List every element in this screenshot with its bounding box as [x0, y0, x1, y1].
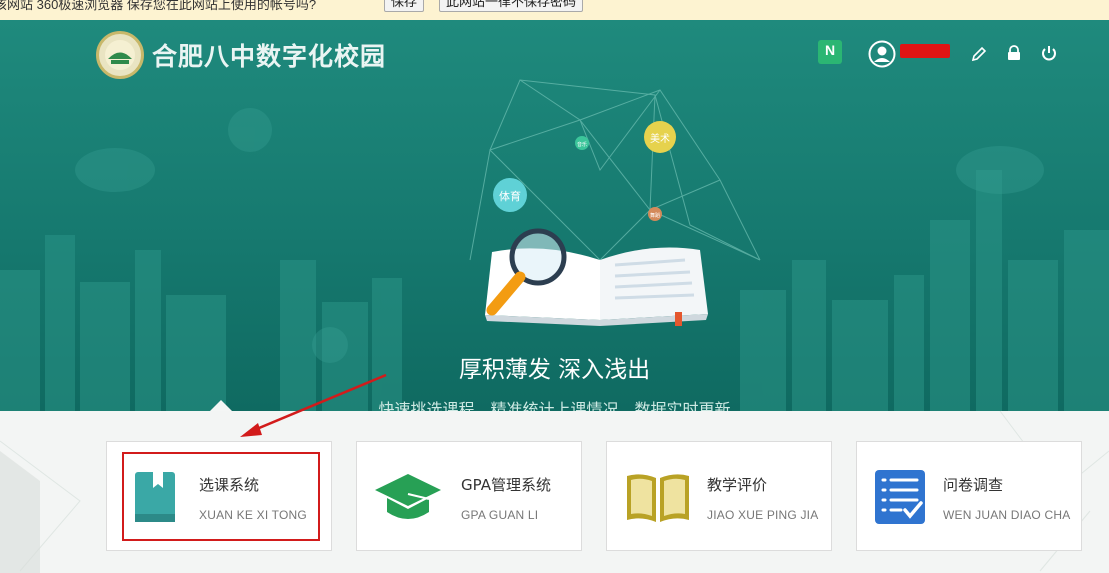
bubble-music-label: 音乐	[577, 141, 587, 148]
card-title: 问卷调查	[943, 476, 1004, 494]
password-save-notification-bar: 该网站 360极速浏览器 保存您在此网站上使用的帐号吗? 保存 此网站一律不保存…	[0, 0, 1109, 21]
notification-message: 该网站 360极速浏览器 保存您在此网站上使用的帐号吗?	[0, 0, 317, 12]
graduation-cap-icon	[375, 474, 441, 519]
hero-sub-slogan: 快速挑选课程、精准统计上课情况、数据实时更新	[378, 400, 731, 411]
card-gpa-management[interactable]: GPA管理系统 GPA GUAN LI	[356, 441, 582, 551]
card-title: GPA管理系统	[461, 476, 551, 494]
school-emblem-icon	[96, 31, 144, 79]
annotation-highlight-box	[122, 452, 320, 541]
never-save-button[interactable]: 此网站一律不保存密码	[439, 0, 584, 12]
card-subtitle: WEN JUAN DIAO CHA	[943, 508, 1071, 522]
hero-slogan: 厚积薄发 深入浅出	[458, 357, 651, 383]
bubble-sports-label: 体育	[499, 189, 521, 203]
card-subtitle: GPA GUAN LI	[461, 508, 539, 522]
hero-banner: 体育 美术 音乐 舞蹈 合肥八中数字化校园 N 厚积薄发 深入浅出 快速挑选课程…	[0, 20, 1109, 411]
lock-icon[interactable]	[1005, 44, 1023, 62]
save-password-button[interactable]: 保存	[384, 0, 425, 12]
selection-caret	[210, 400, 232, 411]
site-title: 合肥八中数字化校园	[152, 42, 387, 71]
card-teaching-evaluation[interactable]: 教学评价 JIAO XUE PING JIA	[606, 441, 832, 551]
site-logo[interactable]: 合肥八中数字化校园	[96, 30, 386, 80]
user-avatar-icon[interactable]	[868, 40, 896, 68]
card-subtitle: JIAO XUE PING JIA	[707, 508, 819, 522]
open-book-illustration	[485, 228, 708, 326]
card-questionnaire[interactable]: 问卷调查 WEN JUAN DIAO CHA	[856, 441, 1082, 551]
bubble-dance-label: 舞蹈	[650, 212, 660, 219]
user-name-redacted[interactable]	[900, 44, 950, 58]
n-app-icon[interactable]: N	[818, 40, 842, 64]
power-icon[interactable]	[1040, 44, 1058, 62]
open-book-icon	[627, 474, 689, 522]
bubble-art-label: 美术	[650, 132, 670, 145]
card-title: 教学评价	[707, 476, 768, 494]
checklist-icon	[875, 470, 925, 524]
pencil-icon[interactable]	[970, 45, 988, 63]
